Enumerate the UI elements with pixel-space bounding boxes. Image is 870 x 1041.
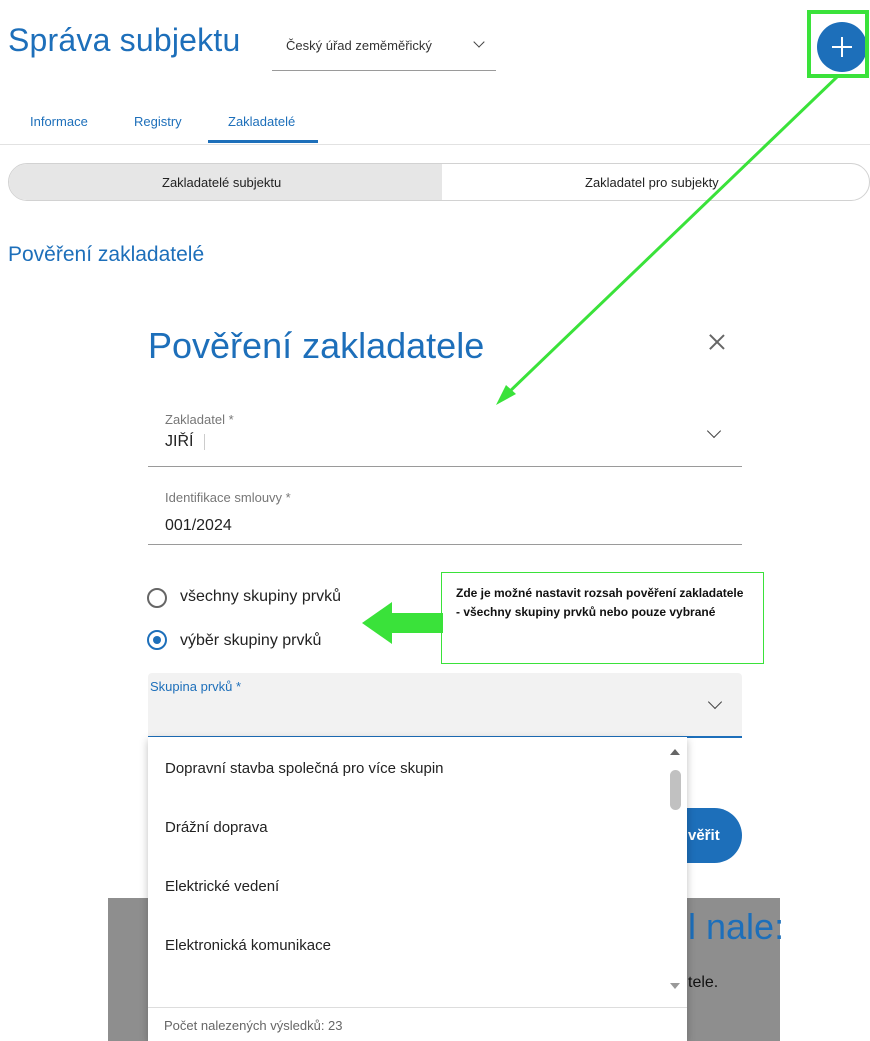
radio-all-groups[interactable] <box>147 588 167 608</box>
annotation-callout: Zde je možné nastavit rozsah pověření za… <box>441 572 764 664</box>
dialog-title: Pověření zakladatele <box>148 325 485 366</box>
founder-value: JIŘÍ <box>165 433 194 450</box>
chevron-down-icon <box>473 36 485 48</box>
annotation-highlight-box <box>807 10 869 78</box>
results-count: Počet nalezených výsledků: 23 <box>164 1018 343 1033</box>
radio-all-groups-label[interactable]: všechny skupiny prvků <box>180 588 341 606</box>
founder-select[interactable]: Zakladatel * JIŘÍ <box>148 404 742 467</box>
confirm-button-label: věřit <box>688 827 720 844</box>
background-text-fragment: tele. <box>688 974 719 991</box>
contract-id-field[interactable]: Identifikace smlouvy * 001/2024 <box>148 482 742 545</box>
contract-label: Identifikace smlouvy * <box>165 490 291 505</box>
radio-selected-groups[interactable] <box>147 630 167 650</box>
list-item[interactable]: Elektronická komunikace <box>165 937 331 954</box>
subject-select[interactable]: Český úřad zeměměřický <box>272 32 496 71</box>
radio-selected-groups-label[interactable]: výběr skupiny prvků <box>180 632 321 650</box>
tab-zakladatele[interactable]: Zakladatelé <box>228 114 295 129</box>
element-group-select[interactable]: Skupina prvků * <box>148 673 742 738</box>
element-group-dropdown: Dopravní stavba společná pro více skupin… <box>148 737 687 1041</box>
scrollbar-thumb[interactable] <box>670 770 681 810</box>
tab-informace[interactable]: Informace <box>30 114 88 129</box>
segment-founder-for-subjects[interactable]: Zakladatel pro subjekty <box>585 175 719 190</box>
scroll-down-icon[interactable] <box>670 983 680 989</box>
segmented-control: Zakladatelé subjektu Zakladatel pro subj… <box>8 163 870 201</box>
list-item[interactable]: Dopravní stavba společná pro více skupin <box>165 760 444 777</box>
tab-bar: Informace Registry Zakladatelé <box>0 104 870 145</box>
list-item[interactable]: Drážní doprava <box>165 819 268 836</box>
chevron-down-icon <box>707 694 723 710</box>
active-tab-indicator <box>208 140 318 143</box>
tab-registry[interactable]: Registry <box>134 114 182 129</box>
dropdown-footer: Počet nalezených výsledků: 23 <box>148 1007 687 1041</box>
contract-value: 001/2024 <box>165 517 232 534</box>
background-heading-fragment: l nale: <box>688 906 785 947</box>
scroll-up-icon[interactable] <box>670 749 680 755</box>
section-title: Pověření zakladatelé <box>8 243 205 266</box>
founder-label: Zakladatel * <box>165 412 234 427</box>
page-title: Správa subjektu <box>8 22 241 58</box>
close-icon[interactable] <box>707 332 727 352</box>
subject-select-value: Český úřad zeměměřický <box>286 38 432 53</box>
list-item[interactable]: Elektrické vedení <box>165 878 279 895</box>
segment-left-label: Zakladatelé subjektu <box>162 175 282 190</box>
element-group-label: Skupina prvků * <box>150 679 242 694</box>
chevron-down-icon <box>706 423 722 439</box>
